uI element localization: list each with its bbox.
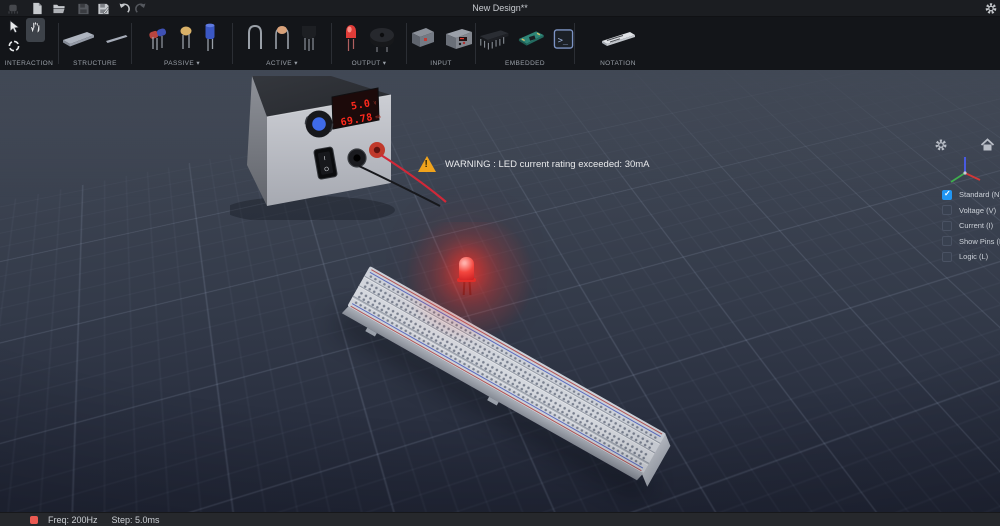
window-title: New Design** bbox=[0, 0, 1000, 17]
orbit-rotate-tool[interactable] bbox=[7, 39, 21, 53]
label-notation-component[interactable] bbox=[598, 28, 638, 50]
sim-step: Step: 5.0ms bbox=[112, 515, 160, 525]
sim-frequency: Freq: 200Hz bbox=[48, 515, 98, 525]
section-label: INTERACTION bbox=[0, 60, 58, 67]
capacitor-component[interactable] bbox=[177, 23, 195, 53]
section-label: PASSIVE ▾ bbox=[132, 59, 232, 67]
statusbar: Freq: 200Hz Step: 5.0ms bbox=[0, 512, 1000, 526]
led-component[interactable] bbox=[342, 22, 360, 54]
toolbar-section-passive: PASSIVE ▾ bbox=[132, 17, 232, 70]
transistor-component[interactable] bbox=[299, 22, 319, 54]
section-label: OUTPUT ▾ bbox=[332, 59, 406, 67]
section-label: STRUCTURE bbox=[59, 60, 131, 67]
breadboard-component[interactable] bbox=[61, 28, 97, 50]
3d-viewport-canvas[interactable]: 5.0 V 69.78 mA I O bbox=[0, 70, 1000, 512]
toolbar-section-structure: STRUCTURE bbox=[59, 17, 131, 70]
microcontroller-board-component[interactable] bbox=[517, 27, 546, 51]
select-arrow-tool[interactable] bbox=[7, 19, 22, 35]
settings-gear-icon[interactable] bbox=[984, 2, 998, 15]
toolbar-section-interaction: INTERACTION bbox=[0, 17, 58, 70]
code-terminal-component[interactable]: >_ bbox=[553, 28, 574, 50]
section-label: EMBEDDED bbox=[476, 60, 574, 67]
resistor-component[interactable] bbox=[146, 23, 170, 53]
terminal-glyph: >_ bbox=[558, 35, 569, 45]
toolbar-section-output: OUTPUT ▾ bbox=[332, 17, 406, 70]
buzzer-component[interactable] bbox=[367, 23, 397, 53]
section-label: NOTATION bbox=[575, 60, 661, 67]
wire-component[interactable] bbox=[104, 31, 130, 47]
simulation-status-icon[interactable] bbox=[30, 516, 38, 524]
toolbar-section-notation: NOTATION bbox=[575, 17, 661, 70]
toolbar-section-input: INPUT bbox=[407, 17, 475, 70]
component-toolbar: INTERACTION STRUCTURE bbox=[0, 17, 1000, 70]
hand-drag-tool[interactable] bbox=[26, 18, 45, 42]
vignette bbox=[0, 70, 1000, 512]
menubar: New Design** bbox=[0, 0, 1000, 17]
battery-holder-component[interactable] bbox=[409, 25, 437, 53]
power-supply-component[interactable] bbox=[444, 26, 474, 52]
toolbar-section-embedded: >_ EMBEDDED bbox=[476, 17, 574, 70]
diode-component[interactable] bbox=[245, 23, 265, 53]
electrolytic-capacitor-component[interactable] bbox=[202, 22, 218, 54]
section-label: INPUT bbox=[407, 60, 475, 67]
toolbar-section-active: ACTIVE ▾ bbox=[233, 17, 331, 70]
ic-chip-component[interactable] bbox=[476, 24, 510, 54]
section-label: ACTIVE ▾ bbox=[233, 59, 331, 67]
phototransistor-component[interactable] bbox=[272, 23, 292, 53]
